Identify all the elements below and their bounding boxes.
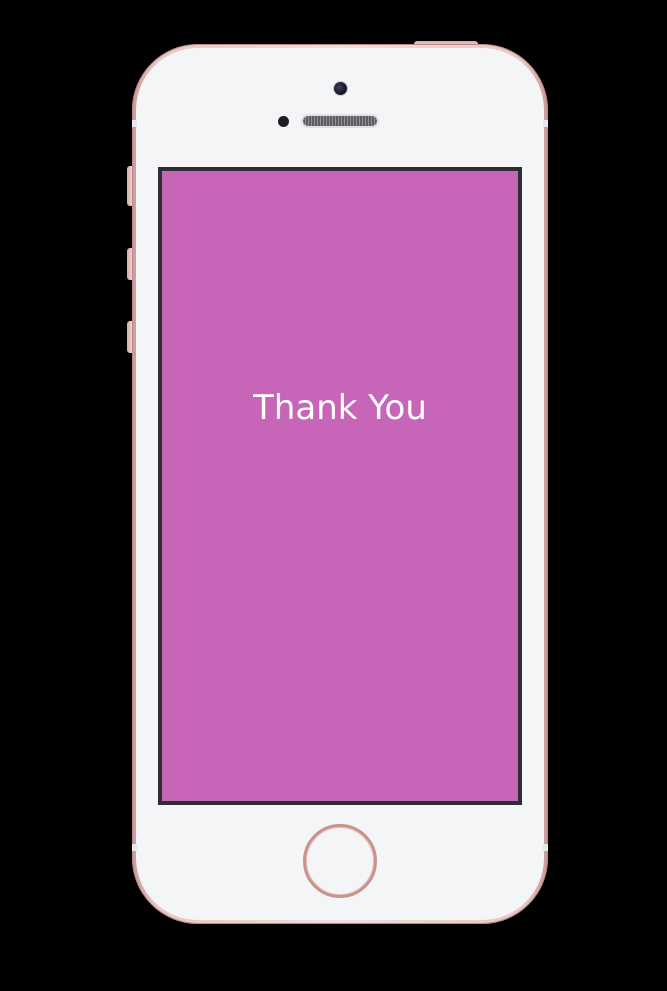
thank-you-message: Thank You (253, 388, 427, 428)
antenna-band-right-bottom (543, 844, 548, 851)
front-camera (334, 82, 347, 95)
home-button[interactable] (303, 824, 377, 898)
earpiece-speaker (303, 116, 377, 126)
antenna-band-left-top (132, 120, 137, 127)
app-screen[interactable]: Thank You (162, 171, 518, 801)
antenna-band-left-bottom (132, 844, 137, 851)
proximity-sensor (278, 116, 289, 127)
antenna-band-right-top (543, 120, 548, 127)
